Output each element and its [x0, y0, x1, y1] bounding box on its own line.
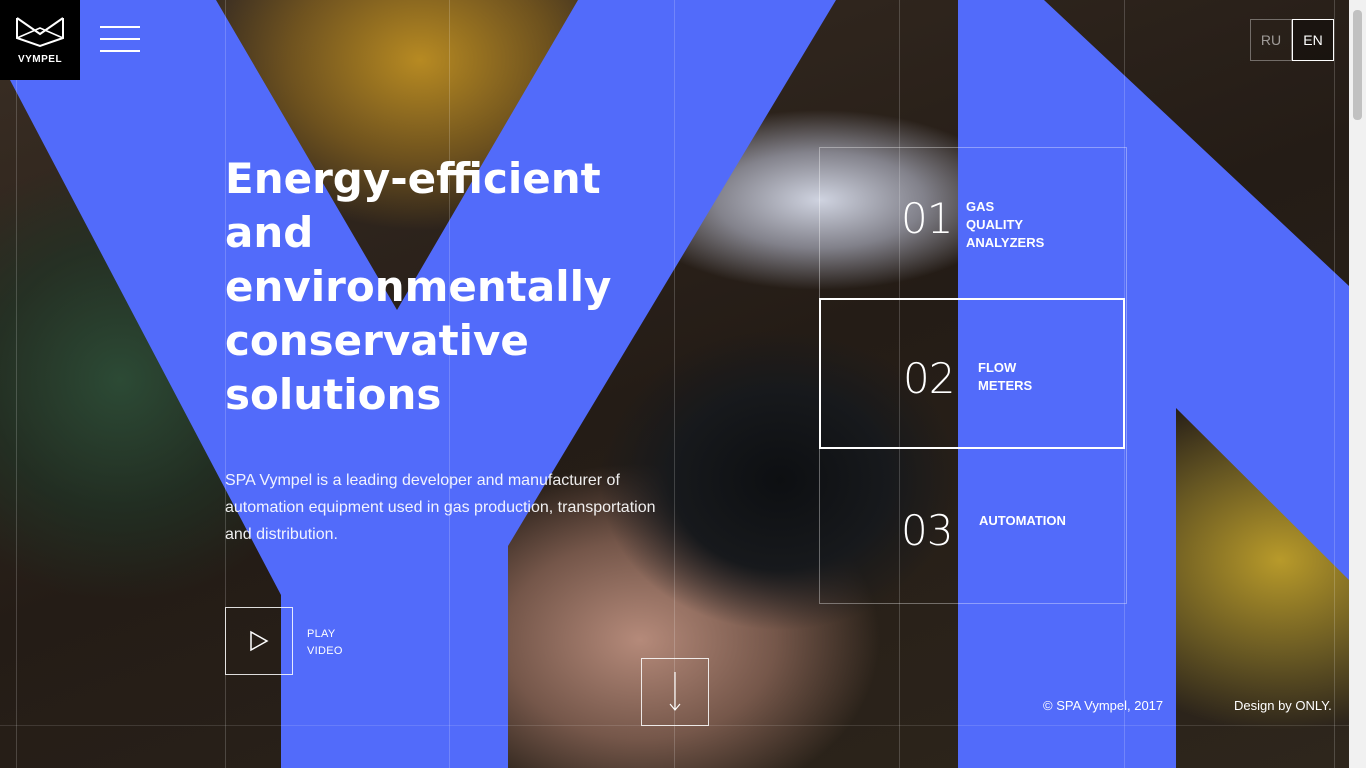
brand-shape-overlay — [10, 0, 1349, 768]
headline-line: and — [225, 208, 314, 257]
arrow-down-icon — [669, 672, 681, 711]
design-credit-link[interactable]: Design by ONLY. — [1234, 698, 1332, 713]
product-title: GAS QUALITY ANALYZERS — [966, 198, 1044, 252]
headline-line: environmentally — [225, 262, 612, 311]
play-video-label[interactable]: PLAY VIDEO — [307, 626, 343, 660]
hamburger-icon — [100, 26, 140, 28]
headline-line: solutions — [225, 370, 442, 419]
grid-line — [674, 0, 675, 768]
hamburger-icon-line — [100, 50, 140, 52]
logo-text: VYMPEL — [17, 53, 63, 65]
vympel-logo-icon — [16, 16, 64, 47]
grid-line — [1334, 0, 1335, 768]
language-ru-button[interactable]: RU — [1250, 19, 1292, 61]
product-number: 03 — [901, 506, 953, 555]
copyright-text: © SPA Vympel, 2017 — [1043, 698, 1164, 713]
hero-headline: Energy-efficient and environmentally con… — [225, 152, 645, 422]
product-number: 01 — [901, 194, 953, 243]
page-scrollbar[interactable] — [1349, 0, 1366, 768]
product-title: FLOW METERS — [978, 359, 1032, 395]
headline-line: Energy-efficient — [225, 154, 601, 203]
play-icon — [250, 630, 269, 652]
product-title: AUTOMATION — [979, 512, 1066, 530]
product-card-gas-analyzers[interactable]: 01 GAS QUALITY ANALYZERS — [819, 147, 1125, 298]
vympel-logo[interactable]: VYMPEL — [0, 0, 80, 80]
grid-line — [16, 0, 17, 768]
product-card-flow-meters[interactable]: 02 FLOW METERS — [819, 298, 1125, 449]
product-title-line: GAS — [966, 199, 995, 214]
language-en-button[interactable]: EN — [1292, 19, 1334, 61]
play-label-line: PLAY — [307, 628, 336, 640]
play-video-button[interactable] — [225, 607, 293, 675]
product-card-automation[interactable]: 03 AUTOMATION — [819, 451, 1125, 602]
language-switch: RU EN — [1250, 19, 1334, 61]
product-title-line: FLOW — [978, 360, 1017, 375]
product-title-line: METERS — [978, 378, 1033, 393]
hamburger-icon-line — [100, 38, 140, 40]
hero-description: SPA Vympel is a leading developer and ma… — [225, 472, 656, 543]
headline-line: conservative — [225, 316, 529, 365]
scrollbar-thumb[interactable] — [1353, 10, 1362, 120]
menu-button[interactable] — [100, 26, 140, 54]
product-title-line: AUTOMATION — [979, 513, 1066, 528]
product-title-line: ANALYZERS — [966, 235, 1045, 250]
product-number: 02 — [903, 354, 955, 403]
play-label-line: VIDEO — [307, 645, 343, 657]
scroll-down-button[interactable] — [641, 658, 709, 726]
product-title-line: QUALITY — [966, 217, 1024, 232]
